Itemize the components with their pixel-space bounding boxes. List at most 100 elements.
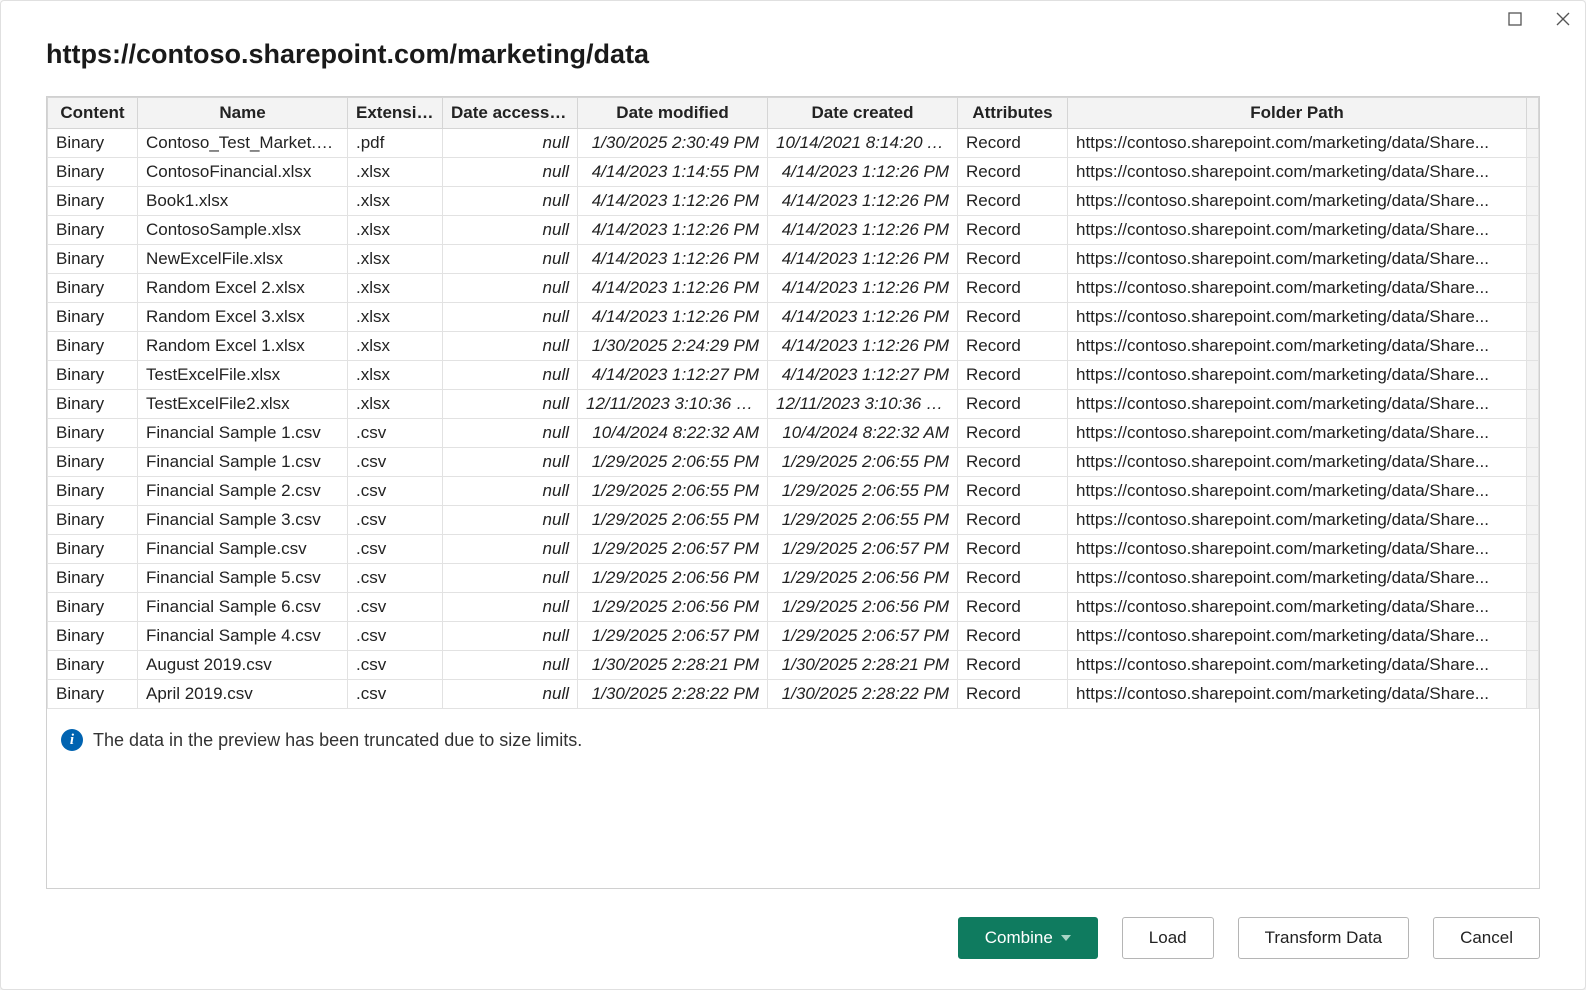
cell-date-modified[interactable]: 4/14/2023 1:12:27 PM — [578, 361, 768, 390]
table-row[interactable]: BinaryFinancial Sample 1.csv.csvnull1/29… — [48, 448, 1539, 477]
col-date-accessed[interactable]: Date accessed — [443, 98, 578, 129]
table-row[interactable]: BinaryContosoSample.xlsx.xlsxnull4/14/20… — [48, 216, 1539, 245]
cell-content[interactable]: Binary — [48, 274, 138, 303]
cell-attributes[interactable]: Record — [958, 332, 1068, 361]
cell-content[interactable]: Binary — [48, 564, 138, 593]
cell-content[interactable]: Binary — [48, 361, 138, 390]
cell-extension[interactable]: .xlsx — [348, 187, 443, 216]
cell-date-modified[interactable]: 1/29/2025 2:06:57 PM — [578, 535, 768, 564]
cell-folder-path[interactable]: https://contoso.sharepoint.com/marketing… — [1068, 622, 1527, 651]
cell-date-accessed[interactable]: null — [443, 477, 578, 506]
cell-name[interactable]: April 2019.csv — [138, 680, 348, 709]
cell-date-accessed[interactable]: null — [443, 187, 578, 216]
cell-name[interactable]: Random Excel 3.xlsx — [138, 303, 348, 332]
col-name[interactable]: Name — [138, 98, 348, 129]
cell-date-created[interactable]: 1/29/2025 2:06:56 PM — [768, 564, 958, 593]
table-row[interactable]: BinaryFinancial Sample.csv.csvnull1/29/2… — [48, 535, 1539, 564]
cell-extension[interactable]: .xlsx — [348, 303, 443, 332]
cell-content[interactable]: Binary — [48, 622, 138, 651]
cell-folder-path[interactable]: https://contoso.sharepoint.com/marketing… — [1068, 158, 1527, 187]
cell-extension[interactable]: .csv — [348, 477, 443, 506]
cell-name[interactable]: Financial Sample.csv — [138, 535, 348, 564]
cell-extension[interactable]: .xlsx — [348, 216, 443, 245]
combine-button[interactable]: Combine — [958, 917, 1098, 959]
cell-content[interactable]: Binary — [48, 158, 138, 187]
cell-name[interactable]: Financial Sample 4.csv — [138, 622, 348, 651]
cell-date-created[interactable]: 4/14/2023 1:12:26 PM — [768, 274, 958, 303]
maximize-icon[interactable] — [1505, 9, 1525, 29]
cell-date-modified[interactable]: 1/30/2025 2:30:49 PM — [578, 129, 768, 158]
cell-date-modified[interactable]: 4/14/2023 1:12:26 PM — [578, 245, 768, 274]
cell-attributes[interactable]: Record — [958, 390, 1068, 419]
cell-date-created[interactable]: 4/14/2023 1:12:26 PM — [768, 303, 958, 332]
table-row[interactable]: BinaryApril 2019.csv.csvnull1/30/2025 2:… — [48, 680, 1539, 709]
cell-date-accessed[interactable]: null — [443, 564, 578, 593]
cell-name[interactable]: Financial Sample 3.csv — [138, 506, 348, 535]
cell-date-accessed[interactable]: null — [443, 506, 578, 535]
cell-content[interactable]: Binary — [48, 506, 138, 535]
cell-date-created[interactable]: 12/11/2023 3:10:36 PM — [768, 390, 958, 419]
cell-attributes[interactable]: Record — [958, 593, 1068, 622]
cell-date-modified[interactable]: 4/14/2023 1:12:26 PM — [578, 187, 768, 216]
cell-date-modified[interactable]: 1/29/2025 2:06:55 PM — [578, 506, 768, 535]
cell-extension[interactable]: .csv — [348, 564, 443, 593]
cell-folder-path[interactable]: https://contoso.sharepoint.com/marketing… — [1068, 477, 1527, 506]
cell-name[interactable]: TestExcelFile.xlsx — [138, 361, 348, 390]
cell-attributes[interactable]: Record — [958, 129, 1068, 158]
cell-content[interactable]: Binary — [48, 332, 138, 361]
col-folder-path[interactable]: Folder Path — [1068, 98, 1527, 129]
cell-date-modified[interactable]: 4/14/2023 1:12:26 PM — [578, 274, 768, 303]
cell-date-created[interactable]: 1/30/2025 2:28:22 PM — [768, 680, 958, 709]
transform-data-button[interactable]: Transform Data — [1238, 917, 1409, 959]
cell-date-accessed[interactable]: null — [443, 303, 578, 332]
cell-extension[interactable]: .xlsx — [348, 158, 443, 187]
cell-date-created[interactable]: 1/30/2025 2:28:21 PM — [768, 651, 958, 680]
cell-extension[interactable]: .csv — [348, 419, 443, 448]
cell-date-accessed[interactable]: null — [443, 390, 578, 419]
cell-date-accessed[interactable]: null — [443, 448, 578, 477]
cell-date-modified[interactable]: 1/30/2025 2:24:29 PM — [578, 332, 768, 361]
cell-name[interactable]: Financial Sample 1.csv — [138, 419, 348, 448]
cell-date-created[interactable]: 10/14/2021 8:14:20 AM — [768, 129, 958, 158]
cell-content[interactable]: Binary — [48, 390, 138, 419]
cell-extension[interactable]: .xlsx — [348, 245, 443, 274]
cell-folder-path[interactable]: https://contoso.sharepoint.com/marketing… — [1068, 361, 1527, 390]
cell-content[interactable]: Binary — [48, 419, 138, 448]
cell-name[interactable]: August 2019.csv — [138, 651, 348, 680]
cell-extension[interactable]: .csv — [348, 622, 443, 651]
table-row[interactable]: BinaryContoso_Test_Market.pdf.pdfnull1/3… — [48, 129, 1539, 158]
cell-folder-path[interactable]: https://contoso.sharepoint.com/marketing… — [1068, 593, 1527, 622]
cell-name[interactable]: ContosoFinancial.xlsx — [138, 158, 348, 187]
cell-name[interactable]: Book1.xlsx — [138, 187, 348, 216]
cell-folder-path[interactable]: https://contoso.sharepoint.com/marketing… — [1068, 245, 1527, 274]
cancel-button[interactable]: Cancel — [1433, 917, 1540, 959]
cell-date-modified[interactable]: 12/11/2023 3:10:36 PM — [578, 390, 768, 419]
cell-attributes[interactable]: Record — [958, 535, 1068, 564]
cell-date-created[interactable]: 4/14/2023 1:12:26 PM — [768, 216, 958, 245]
table-row[interactable]: BinaryTestExcelFile2.xlsx.xlsxnull12/11/… — [48, 390, 1539, 419]
cell-date-created[interactable]: 4/14/2023 1:12:26 PM — [768, 158, 958, 187]
cell-date-modified[interactable]: 1/30/2025 2:28:22 PM — [578, 680, 768, 709]
cell-date-created[interactable]: 4/14/2023 1:12:27 PM — [768, 361, 958, 390]
cell-name[interactable]: Random Excel 1.xlsx — [138, 332, 348, 361]
cell-date-created[interactable]: 4/14/2023 1:12:26 PM — [768, 245, 958, 274]
table-row[interactable]: BinaryContosoFinancial.xlsx.xlsxnull4/14… — [48, 158, 1539, 187]
col-content[interactable]: Content — [48, 98, 138, 129]
load-button[interactable]: Load — [1122, 917, 1214, 959]
cell-extension[interactable]: .csv — [348, 680, 443, 709]
cell-content[interactable]: Binary — [48, 477, 138, 506]
cell-extension[interactable]: .pdf — [348, 129, 443, 158]
cell-date-created[interactable]: 1/29/2025 2:06:57 PM — [768, 622, 958, 651]
cell-content[interactable]: Binary — [48, 680, 138, 709]
cell-folder-path[interactable]: https://contoso.sharepoint.com/marketing… — [1068, 390, 1527, 419]
cell-date-modified[interactable]: 1/29/2025 2:06:56 PM — [578, 564, 768, 593]
cell-date-modified[interactable]: 1/29/2025 2:06:55 PM — [578, 477, 768, 506]
table-row[interactable]: BinaryRandom Excel 2.xlsx.xlsxnull4/14/2… — [48, 274, 1539, 303]
cell-content[interactable]: Binary — [48, 216, 138, 245]
cell-date-created[interactable]: 1/29/2025 2:06:55 PM — [768, 448, 958, 477]
cell-attributes[interactable]: Record — [958, 448, 1068, 477]
cell-extension[interactable]: .csv — [348, 535, 443, 564]
cell-date-created[interactable]: 10/4/2024 8:22:32 AM — [768, 419, 958, 448]
cell-date-accessed[interactable]: null — [443, 419, 578, 448]
col-attributes[interactable]: Attributes — [958, 98, 1068, 129]
